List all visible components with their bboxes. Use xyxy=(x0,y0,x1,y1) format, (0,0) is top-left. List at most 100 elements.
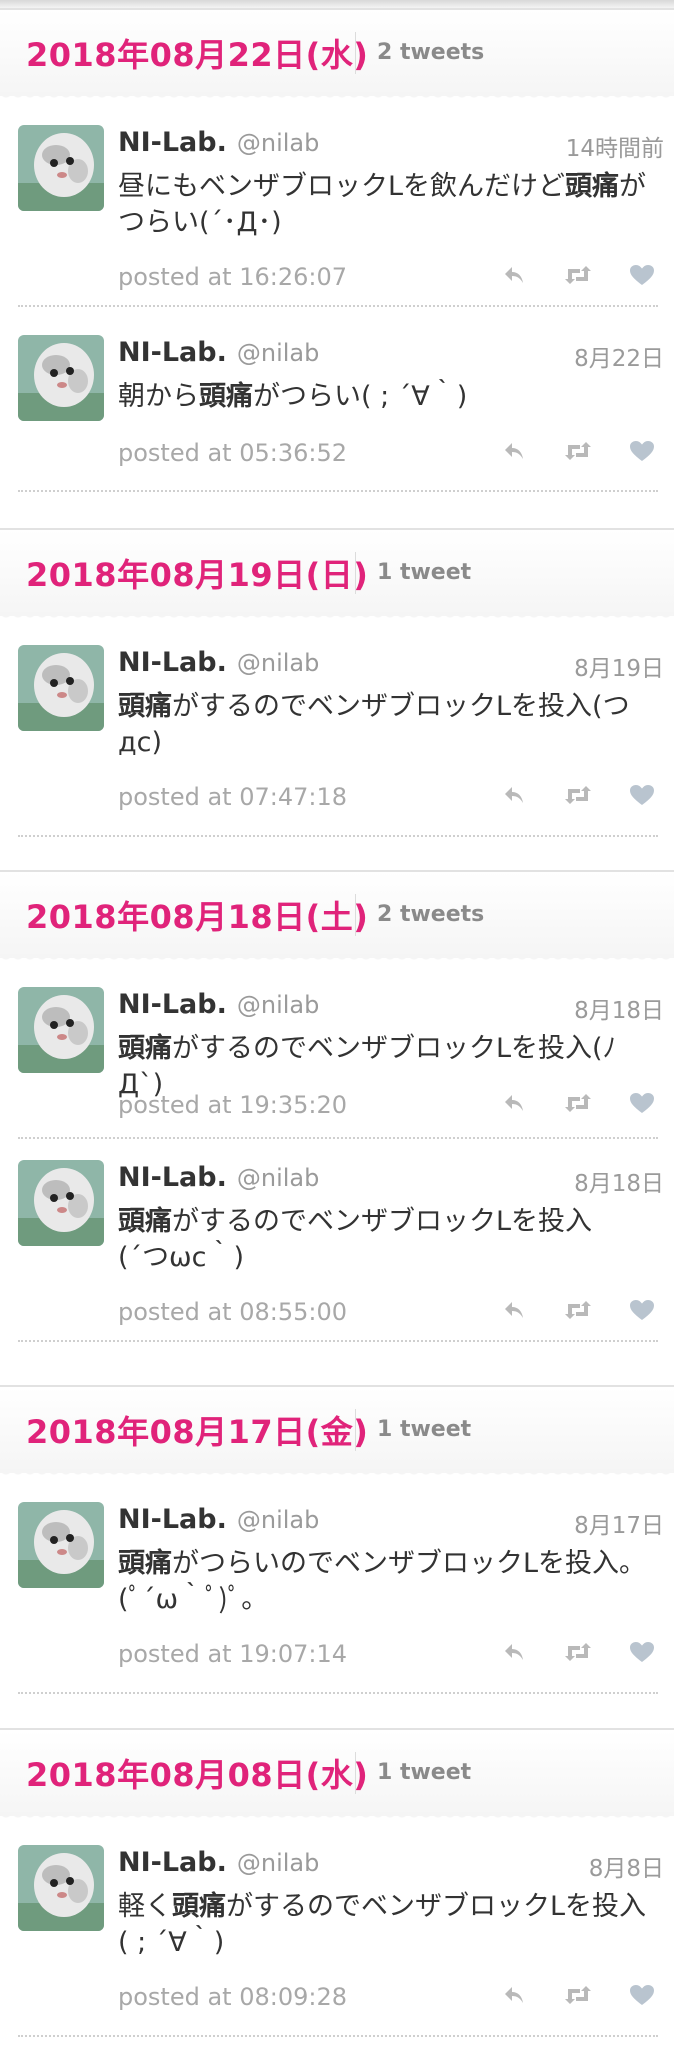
reply-icon[interactable] xyxy=(500,1091,528,1115)
tweet-text: 頭痛がつらいのでベンザブロックLを投入。 (ﾟ´ω｀ﾟ)ﾟ。 xyxy=(118,1546,658,1618)
tweet-count: 2 tweets xyxy=(377,40,485,65)
reply-icon[interactable] xyxy=(500,1298,528,1322)
tweet-time[interactable]: 8月18日 xyxy=(574,1164,664,1198)
tweet-text-keyword: 頭痛 xyxy=(118,1033,172,1064)
posted-at[interactable]: posted at 16:26:07 xyxy=(118,263,347,291)
retweet-icon[interactable] xyxy=(564,1640,592,1664)
author-name[interactable]: NI-Lab. xyxy=(118,1847,227,1878)
author[interactable]: NI-Lab. @nilab xyxy=(118,989,319,1020)
author-handle[interactable]: @nilab xyxy=(237,1164,320,1192)
tweet[interactable]: NI-Lab. @nilab 8月17日 頭痛がつらいのでベンザブロックLを投入。… xyxy=(0,1502,674,1702)
posted-at[interactable]: posted at 19:07:14 xyxy=(118,1640,347,1668)
tweet-count: 1 tweet xyxy=(377,1417,472,1442)
heart-icon[interactable] xyxy=(628,783,656,807)
heart-icon[interactable] xyxy=(628,1298,656,1322)
tweet[interactable]: NI-Lab. @nilab 8月18日 頭痛がするのでベンザブロックLを投入 (… xyxy=(0,1160,674,1350)
tweet-actions xyxy=(500,263,656,287)
header-divider xyxy=(355,1752,356,1794)
avatar[interactable] xyxy=(18,987,104,1073)
tweet-actions xyxy=(500,1640,656,1664)
date-label: 2018年08月18日(土) xyxy=(26,898,369,936)
author-name[interactable]: NI-Lab. xyxy=(118,127,227,158)
heart-icon[interactable] xyxy=(628,1091,656,1115)
tweet-text-pre: 朝から xyxy=(118,381,199,412)
author[interactable]: NI-Lab. @nilab xyxy=(118,1504,319,1535)
avatar[interactable] xyxy=(18,1160,104,1246)
heart-icon[interactable] xyxy=(628,439,656,463)
posted-at[interactable]: posted at 08:55:00 xyxy=(118,1298,347,1326)
heart-icon[interactable] xyxy=(628,1640,656,1664)
tweet-actions xyxy=(500,439,656,463)
tweet-count: 2 tweets xyxy=(377,902,485,927)
heart-icon[interactable] xyxy=(628,1983,656,2007)
tweet-time[interactable]: 8月18日 xyxy=(574,991,664,1025)
tweet-text-post: がつらいのでベンザブロックLを投入。 (ﾟ´ω｀ﾟ)ﾟ。 xyxy=(118,1548,647,1615)
author-name[interactable]: NI-Lab. xyxy=(118,1504,227,1535)
tweet-time[interactable]: 8月8日 xyxy=(589,1849,664,1883)
tweet-text-keyword: 頭痛 xyxy=(118,691,172,722)
author-handle[interactable]: @nilab xyxy=(237,649,320,677)
tweet[interactable]: NI-Lab. @nilab 14時間前 昼にもベンザブロックLを飲んだけど頭痛が… xyxy=(0,125,674,315)
reply-icon[interactable] xyxy=(500,783,528,807)
tweet-text: 頭痛がするのでベンザブロックLを投入(つ дc) xyxy=(118,689,658,761)
tweet-time[interactable]: 14時間前 xyxy=(566,129,664,163)
avatar[interactable] xyxy=(18,335,104,421)
author[interactable]: NI-Lab. @nilab xyxy=(118,127,319,158)
top-shadow-bar xyxy=(0,0,674,8)
author-handle[interactable]: @nilab xyxy=(237,1506,320,1534)
avatar[interactable] xyxy=(18,1845,104,1931)
avatar[interactable] xyxy=(18,645,104,731)
day-header: 2018年08月18日(土) 2 tweets xyxy=(0,870,674,964)
retweet-icon[interactable] xyxy=(564,783,592,807)
retweet-icon[interactable] xyxy=(564,1298,592,1322)
posted-at[interactable]: posted at 05:36:52 xyxy=(118,439,347,467)
retweet-icon[interactable] xyxy=(564,1091,592,1115)
author-handle[interactable]: @nilab xyxy=(237,1849,320,1877)
author[interactable]: NI-Lab. @nilab xyxy=(118,1847,319,1878)
tweet-time[interactable]: 8月22日 xyxy=(574,339,664,373)
tweet-text-pre: 軽く xyxy=(118,1891,172,1922)
reply-icon[interactable] xyxy=(500,263,528,287)
header-divider xyxy=(355,1409,356,1451)
reply-icon[interactable] xyxy=(500,439,528,463)
author-name[interactable]: NI-Lab. xyxy=(118,647,227,678)
date-label: 2018年08月17日(金) xyxy=(26,1413,369,1451)
tweet-text: 軽く頭痛がするのでベンザブロックLを投入 ( ; ´∀｀) xyxy=(118,1889,658,1961)
tweet[interactable]: NI-Lab. @nilab 8月19日 頭痛がするのでベンザブロックLを投入(つ… xyxy=(0,645,674,845)
tweet-separator xyxy=(18,835,658,837)
avatar[interactable] xyxy=(18,1502,104,1588)
author-handle[interactable]: @nilab xyxy=(237,129,320,157)
author-handle[interactable]: @nilab xyxy=(237,991,320,1019)
retweet-icon[interactable] xyxy=(564,263,592,287)
tweet[interactable]: NI-Lab. @nilab 8月8日 軽く頭痛がするのでベンザブロックLを投入 … xyxy=(0,1845,674,2045)
tweet-time[interactable]: 8月19日 xyxy=(574,649,664,683)
author-name[interactable]: NI-Lab. xyxy=(118,337,227,368)
tweet-text-keyword: 頭痛 xyxy=(565,171,620,202)
author-name[interactable]: NI-Lab. xyxy=(118,1162,227,1193)
tweet-time[interactable]: 8月17日 xyxy=(574,1506,664,1540)
retweet-icon[interactable] xyxy=(564,1983,592,2007)
tweet-actions xyxy=(500,1091,656,1115)
tweet[interactable]: NI-Lab. @nilab 8月22日 朝から頭痛がつらい( ; ´∀｀) po… xyxy=(0,335,674,500)
date-label: 2018年08月08日(水) xyxy=(26,1756,369,1794)
tweet-separator xyxy=(18,1340,658,1342)
avatar[interactable] xyxy=(18,125,104,211)
heart-icon[interactable] xyxy=(628,263,656,287)
author[interactable]: NI-Lab. @nilab xyxy=(118,647,319,678)
date-label: 2018年08月22日(水) xyxy=(26,36,369,74)
reply-icon[interactable] xyxy=(500,1983,528,2007)
posted-at[interactable]: posted at 19:35:20 xyxy=(118,1091,347,1119)
tweet[interactable]: NI-Lab. @nilab 8月18日 頭痛がするのでベンザブロックLを投入(ﾉ… xyxy=(0,987,674,1147)
author-name[interactable]: NI-Lab. xyxy=(118,989,227,1020)
tweet-text-keyword: 頭痛 xyxy=(172,1891,226,1922)
reply-icon[interactable] xyxy=(500,1640,528,1664)
author[interactable]: NI-Lab. @nilab xyxy=(118,337,319,368)
posted-at[interactable]: posted at 08:09:28 xyxy=(118,1983,347,2011)
header-divider xyxy=(355,552,356,594)
posted-at[interactable]: posted at 07:47:18 xyxy=(118,783,347,811)
retweet-icon[interactable] xyxy=(564,439,592,463)
author[interactable]: NI-Lab. @nilab xyxy=(118,1162,319,1193)
tweet-text-post: がするのでベンザブロックLを投入 (´つωc｀) xyxy=(118,1206,593,1273)
tweet-text: 頭痛がするのでベンザブロックLを投入 (´つωc｀) xyxy=(118,1204,658,1276)
author-handle[interactable]: @nilab xyxy=(237,339,320,367)
